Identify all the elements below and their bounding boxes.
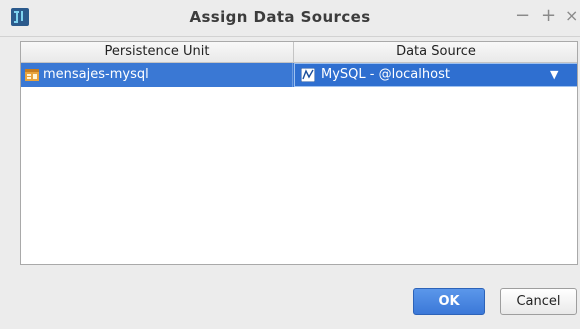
table-header: Persistence Unit Data Source (21, 42, 577, 63)
data-source-table: Persistence Unit Data Source mensajes-my… (20, 41, 578, 265)
table-row[interactable]: mensajes-mysql MySQL - @localhost ▼ (21, 63, 577, 87)
chevron-down-icon[interactable]: ▼ (550, 63, 558, 87)
persistence-unit-cell[interactable]: mensajes-mysql (21, 63, 293, 87)
data-source-value: MySQL - @localhost (321, 67, 450, 82)
cancel-button[interactable]: Cancel (500, 288, 577, 315)
persistence-unit-name: mensajes-mysql (43, 67, 149, 82)
data-source-combobox[interactable]: MySQL - @localhost ▼ (294, 63, 577, 87)
column-header-data-source[interactable]: Data Source (294, 42, 577, 62)
minimize-button[interactable]: − (515, 6, 530, 26)
column-header-persistence-unit[interactable]: Persistence Unit (21, 42, 294, 62)
dialog-footer (0, 268, 580, 329)
dialog-title: Assign Data Sources (189, 8, 371, 26)
title-bar: Assign Data Sources − + × (0, 0, 580, 37)
ok-button[interactable]: OK (413, 288, 485, 315)
maximize-button[interactable]: + (541, 6, 556, 26)
intellij-logo-icon (11, 8, 29, 26)
database-icon (301, 68, 315, 82)
close-button[interactable]: × (565, 6, 578, 26)
persistence-unit-icon (25, 69, 39, 81)
